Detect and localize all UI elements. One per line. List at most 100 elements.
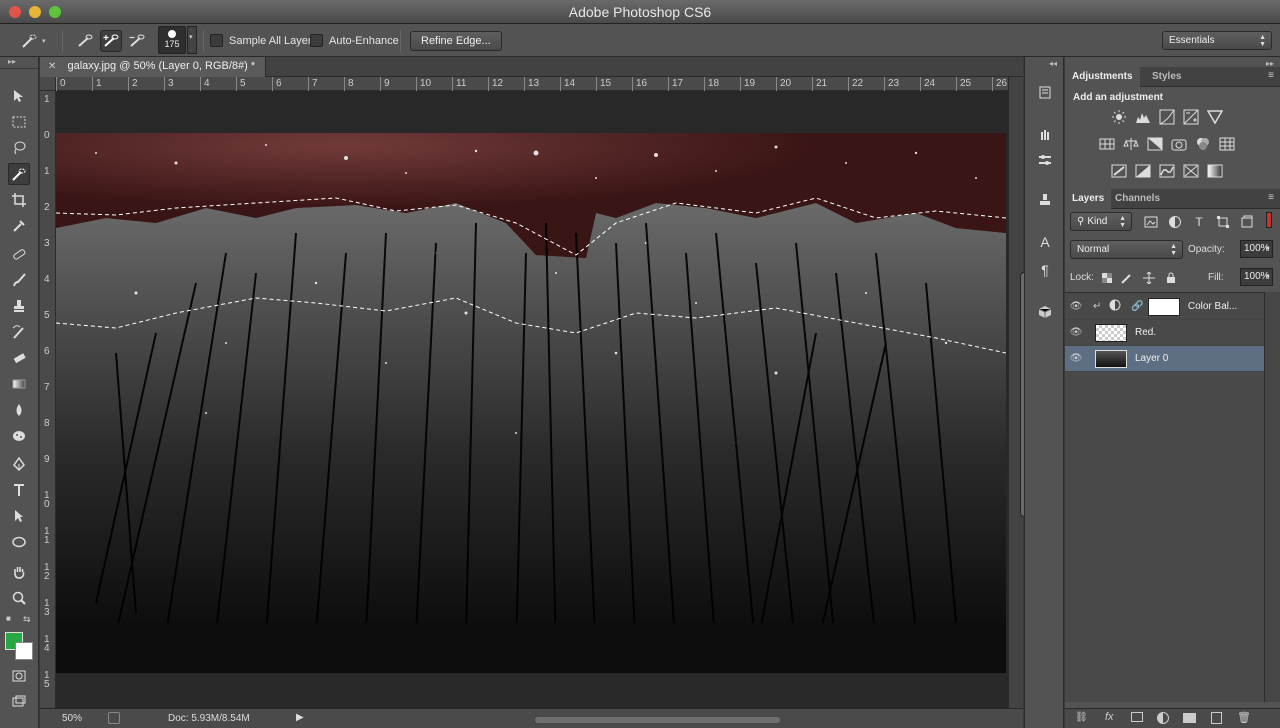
background-color-swatch[interactable] — [15, 642, 33, 660]
filter-shape-icon[interactable] — [1215, 214, 1231, 230]
tool-presets-button[interactable] — [1034, 149, 1056, 171]
hand-tool[interactable] — [8, 561, 30, 583]
swap-colors-icon[interactable]: ⇆ — [23, 614, 31, 625]
marquee-tool[interactable] — [8, 111, 30, 133]
3d-panel-button[interactable] — [1034, 301, 1056, 323]
horizontal-ruler[interactable]: 0 1 2 3 4 5 6 7 8 9 10 11 12 13 14 15 16 17 18 19 20 21 22 23 24… — [56, 77, 1008, 91]
add-mask-icon[interactable] — [1131, 712, 1143, 722]
move-tool[interactable] — [8, 85, 30, 107]
horizontal-scroll-thumb[interactable] — [535, 717, 780, 723]
curves-icon[interactable] — [1159, 109, 1175, 125]
brush-tool[interactable] — [8, 269, 30, 291]
document-tab[interactable]: ✕ galaxy.jpg @ 50% (Layer 0, RGB/8#) * — [40, 57, 267, 77]
brightness-contrast-icon[interactable] — [1111, 109, 1127, 125]
selective-color-icon[interactable] — [1183, 163, 1199, 179]
sample-all-layers-option[interactable]: Sample All Layers — [210, 30, 317, 51]
ellipse-tool[interactable] — [8, 531, 30, 553]
vertical-scrollbar[interactable] — [1008, 77, 1028, 708]
clone-stamp-tool[interactable] — [8, 295, 30, 317]
quick-mask-button[interactable] — [8, 665, 30, 687]
lock-all-icon[interactable] — [1163, 270, 1179, 286]
layer-style-icon[interactable]: fx — [1105, 711, 1114, 723]
blur-tool[interactable] — [8, 399, 30, 421]
filter-smart-object-icon[interactable] — [1239, 214, 1255, 230]
delete-layer-icon[interactable]: 🗑 — [1237, 711, 1251, 724]
auto-enhance-checkbox[interactable] — [310, 34, 323, 47]
eraser-tool[interactable] — [8, 347, 30, 369]
mask-link-icon[interactable]: 🔗 — [1131, 301, 1143, 312]
tab-channels[interactable]: Channels — [1108, 189, 1167, 209]
layer-mask-thumbnail[interactable] — [1147, 297, 1180, 316]
photo-filter-icon[interactable] — [1171, 136, 1187, 152]
visibility-eye-icon[interactable]: 👁 — [1065, 327, 1087, 338]
color-balance-icon[interactable] — [1123, 136, 1139, 152]
tab-layers[interactable]: Layers — [1065, 189, 1112, 209]
document-image[interactable] — [56, 133, 1006, 673]
toolbox-collapse-icon[interactable]: ▸▸ — [0, 57, 38, 69]
lock-position-icon[interactable] — [1141, 270, 1157, 286]
new-selection-button[interactable] — [74, 30, 96, 51]
panel-menu-icon[interactable]: ≡ — [1268, 70, 1274, 81]
exposure-icon[interactable] — [1183, 109, 1199, 125]
ruler-origin[interactable] — [40, 77, 56, 91]
invert-icon[interactable] — [1111, 163, 1127, 179]
filter-pixel-icon[interactable] — [1143, 214, 1159, 230]
paragraph-panel-button[interactable]: ¶ — [1034, 259, 1056, 281]
vibrance-icon[interactable] — [1207, 109, 1223, 125]
type-tool[interactable] — [8, 479, 30, 501]
color-lookup-icon[interactable] — [1219, 136, 1235, 152]
sample-all-layers-checkbox[interactable] — [210, 34, 223, 47]
hue-saturation-icon[interactable] — [1099, 136, 1115, 152]
add-to-selection-button[interactable] — [100, 29, 122, 52]
posterize-icon[interactable] — [1135, 163, 1151, 179]
zoom-level[interactable]: 50% — [62, 713, 82, 724]
brush-size-picker[interactable]: 175 — [158, 26, 186, 54]
filter-toggle-switch[interactable] — [1266, 212, 1272, 228]
layers-panel-menu-icon[interactable]: ≡ — [1268, 192, 1274, 203]
healing-brush-tool[interactable] — [8, 243, 30, 265]
filter-type-icon[interactable]: T — [1191, 214, 1207, 230]
layer-filter-kind-select[interactable]: ⚲ Kind ▲ ▼ — [1070, 212, 1132, 231]
new-layer-icon[interactable] — [1211, 712, 1222, 724]
layer-row-color-balance[interactable]: 👁 ↵ 🔗 Color Bal... — [1065, 294, 1264, 320]
visibility-eye-icon[interactable]: 👁 — [1065, 301, 1087, 312]
vertical-ruler[interactable]: 101234567891 01 11 21 31 41 5 — [40, 91, 56, 708]
layer-list-scrollbar[interactable] — [1264, 292, 1280, 702]
canvas-area[interactable] — [56, 91, 1008, 708]
opacity-dropdown-icon[interactable]: ▾ — [1266, 240, 1274, 258]
brush-panel-button[interactable] — [1034, 123, 1056, 145]
black-white-icon[interactable] — [1147, 136, 1163, 152]
pen-tool[interactable] — [8, 453, 30, 475]
tool-preset-picker[interactable]: ▾ — [18, 30, 46, 51]
new-group-icon[interactable] — [1183, 713, 1196, 723]
lock-pixels-icon[interactable] — [1119, 270, 1135, 286]
link-layers-icon[interactable]: ⛓ — [1075, 712, 1088, 723]
zoom-tool[interactable] — [8, 587, 30, 609]
auto-enhance-option[interactable]: Auto-Enhance — [310, 30, 399, 51]
levels-icon[interactable] — [1135, 109, 1151, 125]
export-icon[interactable] — [108, 712, 120, 724]
crop-tool[interactable] — [8, 189, 30, 211]
default-colors-icon[interactable]: ■ — [6, 614, 11, 623]
gradient-map-icon[interactable] — [1207, 163, 1223, 179]
layer-row-red[interactable]: 👁 Red. — [1065, 320, 1264, 346]
tab-styles[interactable]: Styles — [1145, 67, 1188, 87]
layer-row-layer-0[interactable]: 👁 Layer 0 — [1065, 346, 1264, 372]
visibility-eye-icon[interactable]: 👁 — [1065, 353, 1087, 364]
gradient-tool[interactable] — [8, 373, 30, 395]
new-adjustment-layer-icon[interactable] — [1157, 712, 1169, 724]
path-selection-tool[interactable] — [8, 505, 30, 527]
history-panel-button[interactable] — [1034, 81, 1056, 103]
history-brush-tool[interactable] — [8, 321, 30, 343]
clone-source-button[interactable] — [1034, 189, 1056, 211]
workspace-select[interactable]: Essentials ▲ ▼ — [1162, 31, 1272, 50]
eyedropper-tool[interactable] — [8, 215, 30, 237]
character-panel-button[interactable]: A — [1034, 231, 1056, 253]
brush-picker-dropdown[interactable]: ▾ — [187, 26, 197, 54]
tab-adjustments[interactable]: Adjustments — [1065, 67, 1140, 87]
close-tab-icon[interactable]: ✕ — [48, 61, 56, 72]
filter-adjustment-icon[interactable] — [1167, 214, 1183, 230]
channel-mixer-icon[interactable] — [1195, 136, 1211, 152]
blend-mode-select[interactable]: Normal ▲ ▼ — [1070, 240, 1183, 259]
sponge-tool[interactable] — [8, 425, 30, 447]
